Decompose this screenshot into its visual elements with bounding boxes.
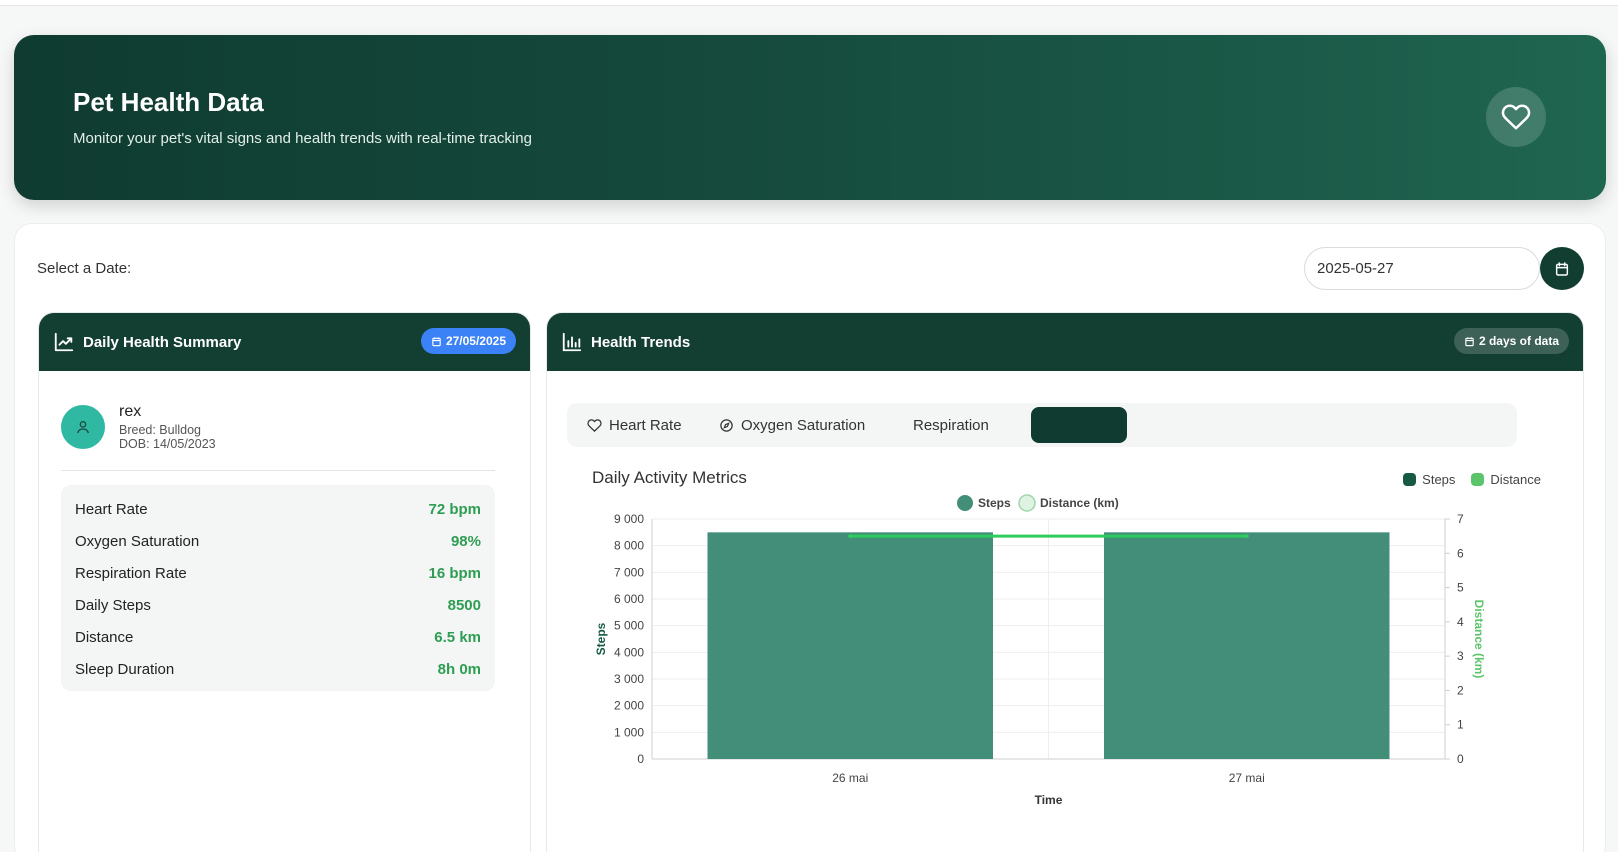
top-bar	[0, 0, 1618, 6]
stat-value: 98%	[450, 532, 481, 550]
y-tick-label: 9 000	[614, 512, 644, 526]
legend-label-steps: Steps	[978, 496, 1011, 510]
y2-axis-title: Distance (km)	[1472, 600, 1486, 679]
y-axis-title: Steps	[594, 622, 608, 655]
y-tick-label: 5 000	[614, 619, 644, 633]
y-tick-label: 8 000	[614, 539, 644, 553]
stat-label: Daily Steps	[75, 596, 151, 614]
y2-tick-label: 4	[1457, 615, 1464, 629]
trending-up-icon	[54, 332, 74, 352]
stat-label: Oxygen Saturation	[75, 532, 200, 550]
stat-label: Sleep Duration	[75, 660, 175, 678]
pet-breed: Breed: Bulldog	[119, 423, 202, 437]
stat-label: Respiration Rate	[75, 564, 187, 582]
page-header: Pet Health Data Monitor your pet's vital…	[14, 35, 1606, 200]
pet-dob: DOB: 14/05/2023	[119, 437, 216, 451]
y2-tick-label: 5	[1457, 581, 1464, 595]
y2-tick-label: 0	[1457, 752, 1464, 766]
legend-marker-steps	[957, 495, 973, 511]
pet-profile: rex Breed: Bulldog DOB: 14/05/2023	[61, 403, 216, 451]
stat-value: 16 bpm	[428, 564, 481, 582]
y-tick-label: 1 000	[614, 725, 644, 739]
date-label: Select a Date:	[37, 260, 132, 277]
point-distance	[1244, 534, 1249, 539]
y-tick-label: 0	[637, 752, 644, 766]
activity-chart: 9 000 8 000 7 000 6 000 5 000 4 000 3 000 2 000…	[594, 494, 1486, 807]
stat-label: Heart Rate	[75, 500, 148, 518]
summary-title: Daily Health Summary	[83, 333, 242, 351]
stat-value: 8500	[447, 596, 481, 614]
x-tick-label: 26 mai	[832, 771, 868, 785]
y2-tick-label: 1	[1457, 718, 1464, 732]
stat-row: Distance 6.5 km	[75, 621, 481, 653]
page-title: Pet Health Data	[73, 87, 264, 117]
summary-header: Daily Health Summary 27/05/2025	[39, 313, 530, 371]
avatar	[61, 405, 105, 449]
stat-value: 8h 0m	[437, 660, 481, 678]
stat-value: 6.5 km	[434, 628, 481, 646]
y-tick-label: 7 000	[614, 565, 644, 579]
calendar-button[interactable]	[1540, 247, 1584, 290]
stat-row: Respiration Rate 16 bpm	[75, 557, 481, 589]
bar-steps	[707, 532, 993, 759]
y-tick-label: 2 000	[614, 699, 644, 713]
pet-name: rex	[119, 403, 142, 420]
daily-health-summary-panel: Daily Health Summary 27/05/2025 rex Bree…	[38, 312, 531, 852]
stat-row: Oxygen Saturation 98%	[75, 525, 481, 557]
main-card: Select a Date: 2025-05-27 Daily Health S…	[14, 223, 1606, 852]
x-tick-label: 27 mai	[1229, 771, 1265, 785]
health-trends-panel: Health Trends 2 days of data Heart Rate …	[546, 312, 1584, 852]
y2-tick-label: 2	[1457, 683, 1464, 697]
point-distance	[848, 534, 853, 539]
legend-marker-distance	[1018, 494, 1036, 512]
legend-label-distance: Distance (km)	[1040, 496, 1119, 510]
y2-tick-label: 6	[1457, 546, 1464, 560]
summary-date-badge: 27/05/2025	[420, 328, 516, 354]
stat-value: 72 bpm	[428, 500, 481, 518]
y2-tick-label: 3	[1457, 649, 1464, 663]
y2-tick-label: 7	[1457, 512, 1464, 526]
y-tick-label: 6 000	[614, 592, 644, 606]
stats-list: Heart Rate 72 bpm Oxygen Saturation 98% Re…	[61, 485, 495, 691]
stat-row: Sleep Duration 8h 0m	[75, 653, 481, 685]
y-tick-label: 3 000	[614, 672, 644, 686]
date-input[interactable]: 2025-05-27	[1304, 247, 1540, 290]
stat-row: Heart Rate 72 bpm	[75, 493, 481, 525]
page-subtitle: Monitor your pet's vital signs and healt…	[73, 130, 532, 147]
summary-date: 27/05/2025	[445, 334, 506, 348]
divider	[61, 470, 495, 471]
heart-icon	[1486, 87, 1546, 147]
x-axis-title: Time	[1035, 793, 1063, 807]
stat-label: Distance	[75, 628, 134, 646]
user-icon	[77, 421, 89, 434]
stat-row: Daily Steps 8500	[75, 589, 481, 621]
bar-steps	[1104, 532, 1390, 759]
calendar-icon	[1555, 261, 1569, 276]
calendar-icon	[432, 336, 441, 346]
y-tick-label: 4 000	[614, 645, 644, 659]
